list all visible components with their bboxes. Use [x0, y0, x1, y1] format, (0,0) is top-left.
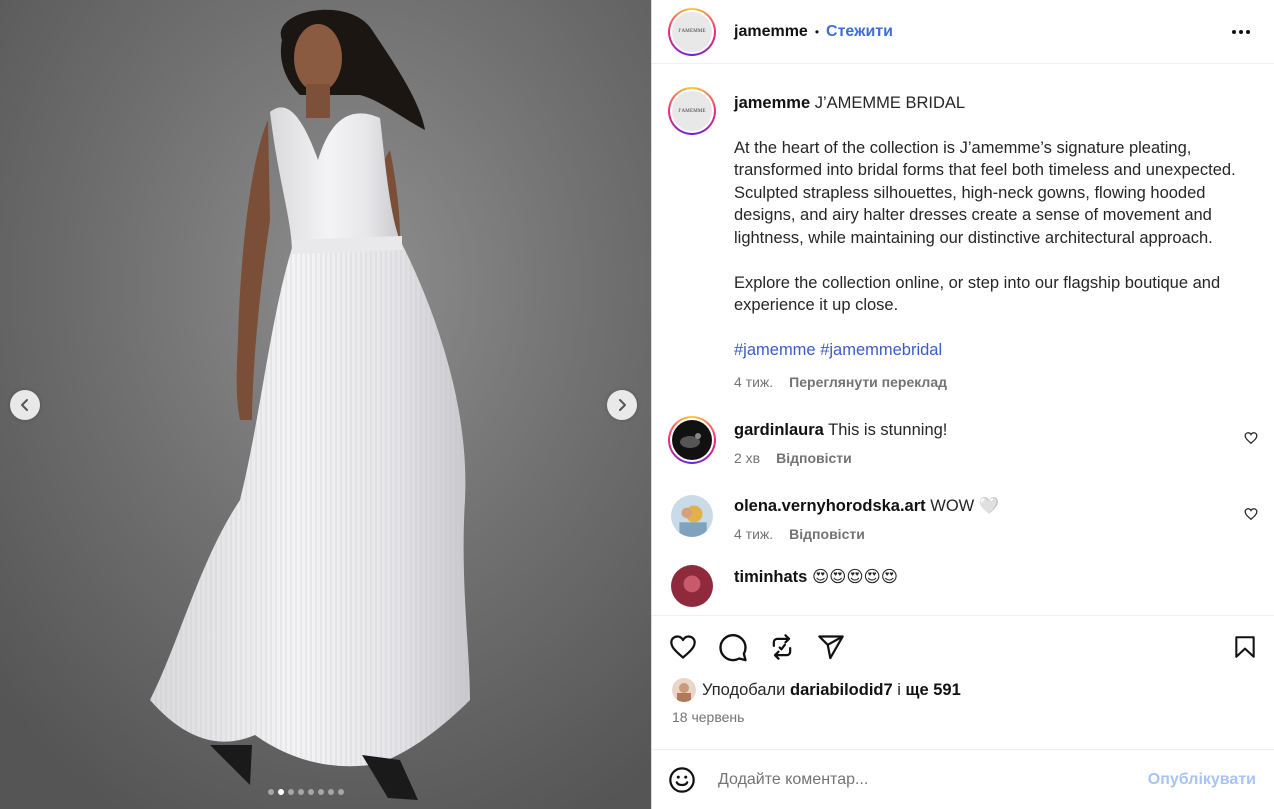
comment-input[interactable] [718, 770, 1148, 789]
caption-paragraph: Explore the collection online, or step i… [734, 273, 1221, 315]
comment-button[interactable] [718, 632, 748, 662]
avatar-photo [671, 564, 713, 607]
bookmark-icon [1235, 636, 1255, 658]
comment-username[interactable]: olena.vernyhorodska.art [734, 497, 926, 515]
reply-button[interactable]: Відповісти [776, 450, 852, 466]
heart-icon [1244, 508, 1258, 521]
post-header: J'AMEMME jamemme • Стежити [652, 0, 1274, 64]
caption-username[interactable]: jamemme [734, 94, 810, 112]
add-comment-bar: Опублікувати [652, 749, 1274, 809]
separator-dot: • [814, 24, 820, 39]
next-slide-button[interactable] [607, 390, 637, 420]
carousel-dot [308, 789, 314, 795]
likes-connector: і [897, 680, 901, 699]
carousel-dot [288, 789, 294, 795]
carousel-dot [338, 789, 344, 795]
heart-icon [1244, 432, 1258, 445]
liker-avatar[interactable] [672, 678, 696, 702]
repost-button[interactable] [768, 633, 796, 661]
post-actions: Уподобали dariabilodid7 і ще 591 18 черв… [652, 615, 1274, 725]
comment-item: olena.vernyhorodska.art WOW 🤍 4 тиж. Від… [652, 492, 1274, 542]
liker-username[interactable]: dariabilodid7 [790, 681, 893, 700]
likes-summary: Уподобали dariabilodid7 і ще 591 [652, 678, 1274, 702]
post-caption: J'AMEMME jamemme J’AMEMME BRIDAL At the … [652, 65, 1274, 394]
avatar-photo [671, 494, 713, 537]
caption-hashtags[interactable]: #jamemme #jamemmebridal [734, 339, 1246, 362]
comment-item: gardinlaura This is stunning! 2 хв Відпо… [652, 415, 1274, 466]
carousel-indicator [268, 789, 344, 795]
avatar-photo [672, 419, 712, 460]
carousel-dot [298, 789, 304, 795]
commenter-avatar[interactable] [668, 415, 716, 464]
carousel-dot [328, 789, 334, 795]
emoji-smile-icon [669, 766, 695, 793]
publish-button[interactable]: Опублікувати [1148, 771, 1256, 789]
comment-text: 😍😍😍😍😍 [811, 567, 898, 586]
chevron-right-icon [619, 399, 626, 411]
commenter-avatar[interactable] [668, 562, 716, 610]
caption-author-avatar[interactable]: J'AMEMME [668, 87, 716, 135]
post-side-panel: J'AMEMME jamemme • Стежити J'AMEMME jame… [651, 0, 1274, 809]
emoji-button[interactable] [668, 766, 696, 794]
carousel-dot [268, 789, 274, 795]
follow-button[interactable]: Стежити [826, 23, 893, 41]
caption-meta: 4 тиж. Переглянути переклад [734, 371, 1246, 394]
post-media [0, 0, 651, 809]
heart-icon [670, 635, 696, 659]
likes-prefix: Уподобали [702, 680, 786, 699]
likes-count[interactable]: ще 591 [906, 681, 961, 700]
brand-logo: J'AMEMME [672, 11, 712, 52]
like-comment-button[interactable] [1244, 431, 1258, 450]
caption-title: J’AMEMME BRIDAL [814, 94, 966, 112]
repost-icon [772, 634, 792, 660]
carousel-dot [318, 789, 324, 795]
share-button[interactable] [816, 633, 846, 661]
paper-plane-icon [818, 635, 844, 660]
comment-time[interactable]: 2 хв [734, 450, 760, 466]
caption-time[interactable]: 4 тиж. [734, 371, 773, 394]
author-username[interactable]: jamemme [734, 23, 808, 41]
more-options-button[interactable] [1230, 22, 1252, 47]
caption-text: jamemme J’AMEMME BRIDAL At the heart of … [734, 87, 1246, 394]
more-dots-icon [1232, 30, 1250, 34]
comment-item: timinhats 😍😍😍😍😍 [652, 562, 1274, 610]
comment-username[interactable]: timinhats [734, 568, 807, 586]
post-dialog: J'AMEMME jamemme • Стежити J'AMEMME jame… [0, 0, 1274, 809]
carousel-dot [278, 789, 284, 795]
reply-button[interactable]: Відповісти [789, 526, 865, 542]
comments-scroll-area[interactable]: J'AMEMME jamemme J’AMEMME BRIDAL At the … [652, 65, 1274, 615]
author-avatar[interactable]: J'AMEMME [668, 7, 716, 56]
comment-time[interactable]: 4 тиж. [734, 526, 773, 542]
caption-paragraph: At the heart of the collection is J’amem… [734, 138, 1236, 247]
brand-logo: J'AMEMME [672, 91, 712, 131]
comment-text: This is stunning! [828, 420, 948, 439]
commenter-avatar[interactable] [668, 492, 716, 540]
like-comment-button[interactable] [1244, 507, 1258, 526]
post-photo [0, 0, 651, 809]
chevron-left-icon [21, 399, 28, 411]
comment-username[interactable]: gardinlaura [734, 421, 824, 439]
like-button[interactable] [668, 633, 698, 661]
post-date[interactable]: 18 червень [652, 702, 1274, 725]
save-button[interactable] [1232, 633, 1258, 661]
previous-slide-button[interactable] [10, 390, 40, 420]
comment-bubble-icon [719, 633, 747, 662]
comment-text: WOW 🤍 [930, 496, 1000, 515]
see-translation-button[interactable]: Переглянути переклад [789, 371, 947, 394]
